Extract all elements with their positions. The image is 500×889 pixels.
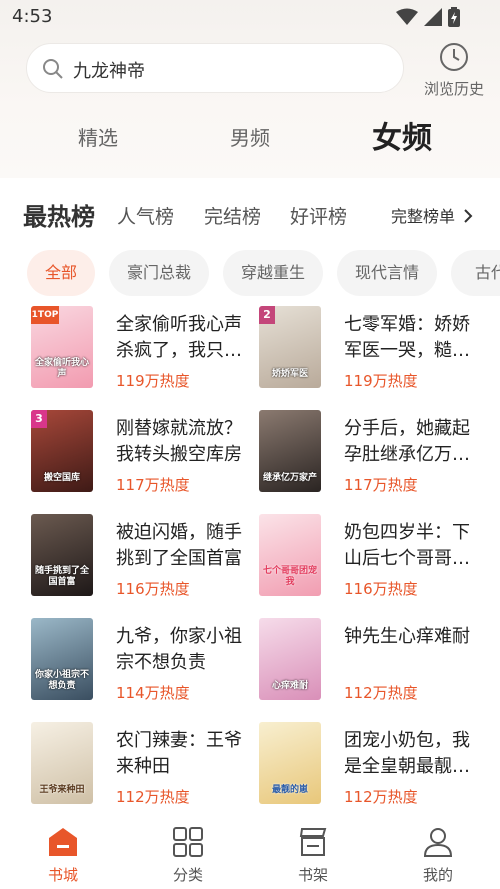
book-title: 农门辣妻：王爷来种田 xyxy=(116,730,242,777)
nav-label: 书架 xyxy=(297,866,328,884)
book-heat: 119万热度 xyxy=(116,372,190,390)
cover-title: 娇娇军医 xyxy=(271,369,308,379)
book-heat: 112万热度 xyxy=(116,788,190,806)
status-bar: 4:53 xyxy=(0,0,500,34)
book-heat: 119万热度 xyxy=(344,372,418,390)
book-item[interactable]: 王爷来种田 农门辣妻：王爷来种田 112万热度 xyxy=(31,722,261,812)
book-item[interactable]: 继承亿万家产 分手后，她藏起孕肚继承亿万家产 117万热度 xyxy=(259,410,489,500)
book-heat: 117万热度 xyxy=(344,476,418,494)
book-title: 奶包四岁半：下山后七个哥哥团宠我 xyxy=(344,522,470,569)
book-heat: 112万热度 xyxy=(344,788,418,806)
book-cover: 心痒难耐 xyxy=(259,618,321,700)
chevron-right-icon xyxy=(464,209,473,223)
rank-tab-popular[interactable]: 人气榜 xyxy=(117,202,174,229)
book-title: 钟先生心痒难耐 xyxy=(344,626,470,647)
book-cover: 继承亿万家产 xyxy=(259,410,321,492)
book-title: 分手后，她藏起孕肚继承亿万家产 xyxy=(344,418,470,465)
status-time: 4:53 xyxy=(12,6,53,27)
nav-label: 分类 xyxy=(172,866,203,884)
book-item[interactable]: 最靓的崽 团宠小奶包，我是全皇朝最靓的崽 112万热度 xyxy=(259,722,489,812)
cover-title: 最靓的崽 xyxy=(271,785,308,795)
book-title: 团宠小奶包，我是全皇朝最靓的崽 xyxy=(344,730,470,777)
book-item[interactable]: 七个哥哥团宠我 奶包四岁半：下山后七个哥哥团宠我 116万热度 xyxy=(259,514,489,604)
tab-featured[interactable]: 精选 xyxy=(78,122,118,151)
cover-title: 全家偷听我心声 xyxy=(34,358,89,379)
grid-icon xyxy=(173,827,203,857)
tab-female[interactable]: 女频 xyxy=(372,113,432,157)
book-cover: 王爷来种田 xyxy=(31,722,93,804)
full-list-link[interactable]: 完整榜单 xyxy=(391,203,473,227)
nav-bookshelf[interactable]: 书架 xyxy=(273,826,353,885)
nav-label: 书城 xyxy=(47,866,78,884)
book-title: 七零军婚：娇娇军医一哭，糙汉宠上天 xyxy=(344,314,470,361)
search-input[interactable]: 九龙神帝 xyxy=(26,43,404,93)
cover-title: 七个哥哥团宠我 xyxy=(262,566,317,587)
cover-title: 你家小祖宗不想负责 xyxy=(34,670,89,691)
book-item[interactable]: 随手挑到了全国首富 被迫闪婚，随手挑到了全国首富 116万热度 xyxy=(31,514,261,604)
status-icons xyxy=(396,7,460,27)
rank-tabs: 最热榜 人气榜 完结榜 好评榜 完整榜单 xyxy=(0,180,500,246)
history-label: 浏览历史 xyxy=(423,80,484,98)
store-icon xyxy=(49,828,77,856)
book-heat: 116万热度 xyxy=(116,580,190,598)
bottom-nav: 书城 分类 书架 我的 xyxy=(0,816,500,889)
rank-badge: 3 xyxy=(31,410,47,428)
book-heat: 112万热度 xyxy=(344,684,418,702)
cover-title: 随手挑到了全国首富 xyxy=(34,566,89,587)
chip-all[interactable]: 全部 xyxy=(27,250,95,296)
chip-modern-romance[interactable]: 现代言情 xyxy=(337,250,437,296)
book-item[interactable]: 心痒难耐 钟先生心痒难耐 112万热度 xyxy=(259,618,489,708)
book-cover: 1TOP 全家偷听我心声 xyxy=(31,306,93,388)
clock-icon xyxy=(440,43,468,71)
cover-title: 心痒难耐 xyxy=(271,681,308,691)
cover-title: 继承亿万家产 xyxy=(262,473,317,483)
rank-tab-hottest[interactable]: 最热榜 xyxy=(23,197,95,232)
book-heat: 117万热度 xyxy=(116,476,190,494)
search-query: 九龙神帝 xyxy=(73,61,145,82)
signal-icon xyxy=(424,8,442,26)
book-item[interactable]: 2 娇娇军医 七零军婚：娇娇军医一哭，糙汉宠上天 119万热度 xyxy=(259,306,489,396)
book-heat: 116万热度 xyxy=(344,580,418,598)
tab-male[interactable]: 男频 xyxy=(230,122,270,151)
nav-category[interactable]: 分类 xyxy=(148,826,228,885)
rank-badge-top: 1TOP xyxy=(31,306,59,324)
book-cover: 你家小祖宗不想负责 xyxy=(31,618,93,700)
chip-ceo[interactable]: 豪门总裁 xyxy=(109,250,209,296)
book-cover: 最靓的崽 xyxy=(259,722,321,804)
book-cover: 3 搬空国库 xyxy=(31,410,93,492)
book-cover: 随手挑到了全国首富 xyxy=(31,514,93,596)
cover-title: 王爷来种田 xyxy=(39,785,85,795)
battery-icon xyxy=(448,7,460,27)
full-list-label: 完整榜单 xyxy=(391,207,456,226)
book-title: 被迫闪婚，随手挑到了全国首富 xyxy=(116,522,242,569)
nav-profile[interactable]: 我的 xyxy=(398,826,478,885)
channel-tabs: 精选 男频 女频 xyxy=(0,110,500,160)
rank-tab-rated[interactable]: 好评榜 xyxy=(290,202,347,229)
chip-time-travel[interactable]: 穿越重生 xyxy=(223,250,323,296)
history-button[interactable]: 浏览历史 xyxy=(418,42,490,98)
book-item[interactable]: 1TOP 全家偷听我心声 全家偷听我心声杀疯了，我只管吃奶 119万热度 xyxy=(31,306,261,396)
rank-badge: 2 xyxy=(259,306,275,324)
user-icon xyxy=(423,828,453,857)
book-cover: 2 娇娇军医 xyxy=(259,306,321,388)
wifi-icon xyxy=(396,8,418,25)
nav-bookstore[interactable]: 书城 xyxy=(23,826,103,885)
book-title: 全家偷听我心声杀疯了，我只管吃奶 xyxy=(116,314,242,361)
book-item[interactable]: 你家小祖宗不想负责 九爷，你家小祖宗不想负责 114万热度 xyxy=(31,618,261,708)
book-title: 九爷，你家小祖宗不想负责 xyxy=(116,626,242,673)
book-item[interactable]: 3 搬空国库 刚替嫁就流放？我转头搬空库房 117万热度 xyxy=(31,410,261,500)
nav-label: 我的 xyxy=(422,866,453,884)
book-cover: 七个哥哥团宠我 xyxy=(259,514,321,596)
cover-title: 搬空国库 xyxy=(43,473,80,483)
filter-chips: 全部 豪门总裁 穿越重生 现代言情 古代 xyxy=(0,250,500,296)
search-icon xyxy=(43,59,63,79)
book-heat: 114万热度 xyxy=(116,684,190,702)
rank-tab-completed[interactable]: 完结榜 xyxy=(204,202,261,229)
ranking-panel: 最热榜 人气榜 完结榜 好评榜 完整榜单 全部 豪门总裁 穿越重生 现代言情 古… xyxy=(0,180,500,816)
bookshelf-icon xyxy=(299,828,327,856)
book-title: 刚替嫁就流放？我转头搬空库房 xyxy=(116,418,242,465)
chip-ancient[interactable]: 古代 xyxy=(451,250,500,296)
